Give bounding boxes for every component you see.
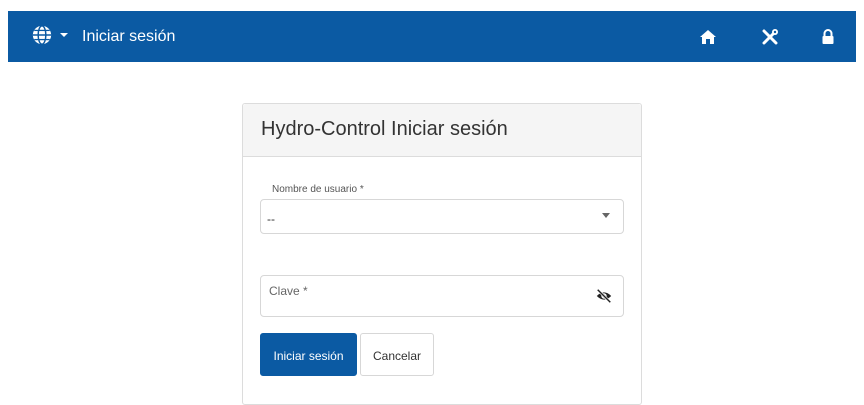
lock-icon[interactable] <box>817 26 839 48</box>
caret-down-icon <box>60 33 68 37</box>
tools-icon[interactable] <box>759 26 781 48</box>
username-selected-value: -- <box>267 212 275 226</box>
top-navbar: Iniciar sesión <box>8 11 856 62</box>
login-button[interactable]: Iniciar sesión <box>260 333 357 376</box>
login-title: Hydro-Control Iniciar sesión <box>261 118 508 140</box>
eye-slash-icon[interactable] <box>595 287 613 305</box>
password-placeholder: Clave * <box>269 284 308 298</box>
cancel-button[interactable]: Cancelar <box>360 333 434 376</box>
navbar-title: Iniciar sesión <box>82 28 176 45</box>
password-field[interactable]: Clave * <box>260 275 624 317</box>
username-label: Nombre de usuario * <box>272 184 364 195</box>
username-select[interactable]: -- <box>260 199 624 234</box>
globe-icon <box>32 25 52 45</box>
login-card-header: Hydro-Control Iniciar sesión <box>243 104 641 157</box>
language-menu-button[interactable] <box>31 24 69 46</box>
login-card: Hydro-Control Iniciar sesión Nombre de u… <box>242 103 642 405</box>
home-icon[interactable] <box>697 26 719 48</box>
select-caret-icon <box>602 213 610 218</box>
